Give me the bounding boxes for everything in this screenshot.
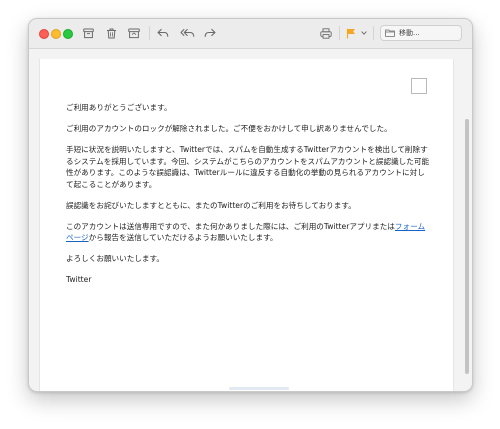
image-placeholder <box>411 78 427 94</box>
reply-icon <box>157 28 169 37</box>
forward-button[interactable] <box>203 25 217 41</box>
account-note-before: このアカウントは送信専用ですので、また何かありました際には、ご利用のTwitte… <box>66 221 395 231</box>
chevron-down-icon <box>361 31 367 35</box>
move-to-label: 移動... <box>399 29 420 37</box>
message-body-page: ご利用ありがとうございます。 ご利用のアカウントのロックが解除されました。ご不便… <box>39 59 454 391</box>
mail-window: 移動... ご利用ありがとうございます。 ご利用のアカウントのロックが解除されま… <box>28 18 473 392</box>
junk-button[interactable] <box>127 25 141 41</box>
flag-menu-button[interactable] <box>360 25 368 41</box>
message-viewer: ご利用ありがとうございます。 ご利用のアカウントのロックが解除されました。ご不便… <box>29 49 472 391</box>
archive-icon <box>82 28 94 38</box>
trash-button[interactable] <box>104 25 118 41</box>
junk-icon <box>128 28 140 38</box>
zoom-window-button[interactable] <box>63 29 73 39</box>
folder-icon <box>385 29 395 37</box>
archive-button[interactable] <box>81 25 95 41</box>
mail-paragraph-account-note: このアカウントは送信専用ですので、また何かありました際には、ご利用のTwitte… <box>66 221 431 244</box>
print-icon <box>320 27 332 39</box>
mail-paragraph-apology: 誤認識をお詫びいたしますとともに、またのTwitterのご利用をお待ちしておりま… <box>66 200 356 210</box>
mail-paragraph-greeting: ご利用ありがとうございます。 <box>66 103 172 112</box>
mail-paragraph-explanation: 手短に状況を説明いたしますと、Twitterでは、スパムを自動生成するTwitt… <box>66 145 430 189</box>
mail-signature: Twitter <box>66 275 92 284</box>
toolbar-separator <box>339 26 340 40</box>
stage: 移動... ご利用ありがとうございます。 ご利用のアカウントのロックが解除されま… <box>0 0 500 429</box>
account-note-after: から報告を送信していただけるようお願いいたします。 <box>88 233 278 242</box>
move-to-button[interactable]: 移動... <box>380 25 462 41</box>
mail-paragraph-unlocked: ご利用のアカウントのロックが解除されました。ご不便をおかけして申し訳ありませんで… <box>66 124 392 133</box>
mail-paragraph-closing: よろしくお願いいたします。 <box>66 254 164 263</box>
toolbar: 移動... <box>29 19 472 49</box>
minimize-window-button[interactable] <box>51 29 61 39</box>
toolbar-separator <box>149 26 150 40</box>
reply-all-icon <box>179 28 194 37</box>
footer-divider <box>229 387 289 390</box>
forward-icon <box>204 28 216 37</box>
toolbar-separator <box>373 26 374 40</box>
flag-icon <box>346 28 355 38</box>
reply-button[interactable] <box>156 25 170 41</box>
print-button[interactable] <box>319 25 333 41</box>
trash-icon <box>106 28 116 38</box>
reply-all-button[interactable] <box>179 25 195 41</box>
flag-button[interactable] <box>345 25 357 41</box>
close-window-button[interactable] <box>39 29 49 39</box>
mail-body: ご利用ありがとうございます。 ご利用のアカウントのロックが解除されました。ご不便… <box>66 102 431 295</box>
vertical-scrollbar[interactable] <box>465 119 469 374</box>
